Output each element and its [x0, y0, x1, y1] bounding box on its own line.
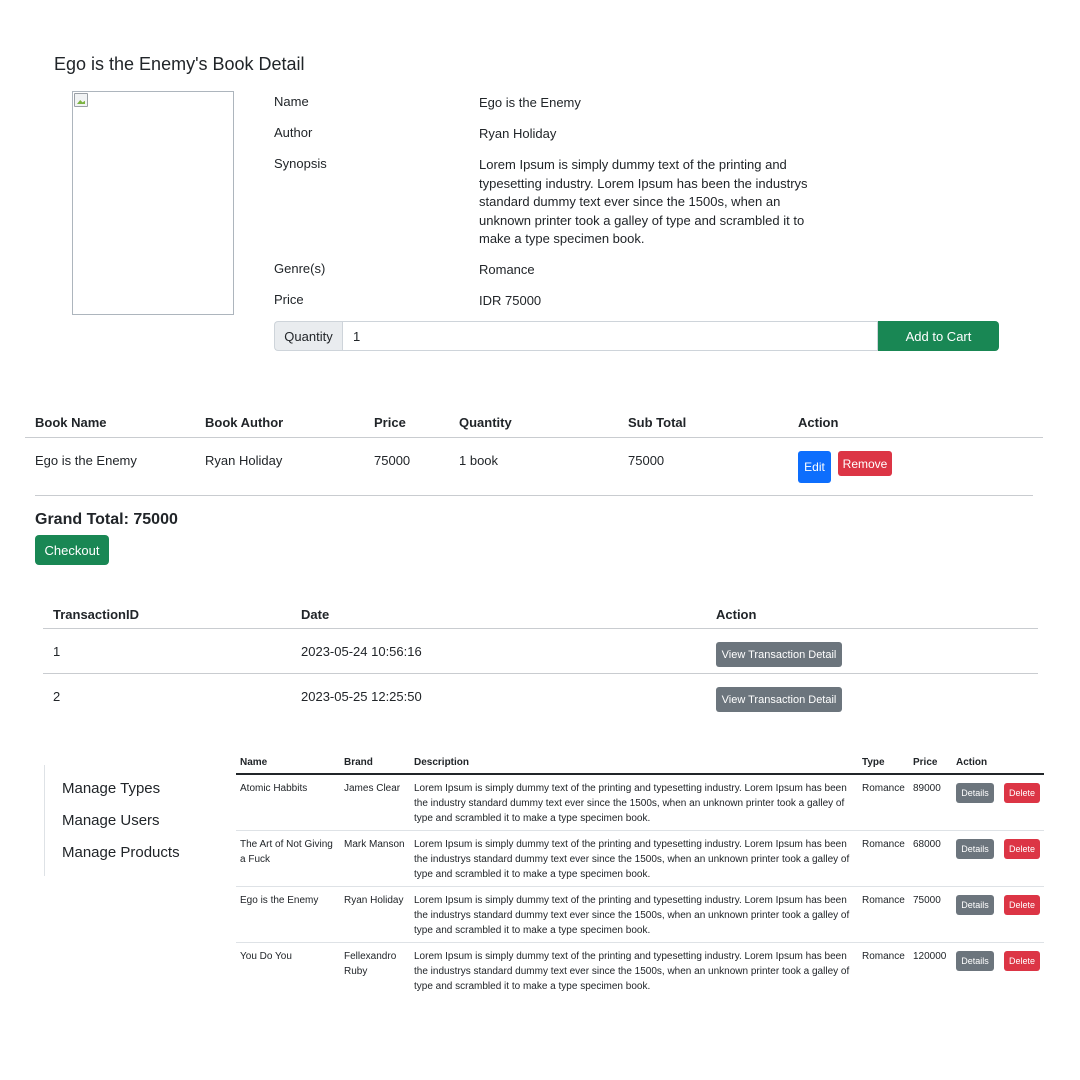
sidebar-item-manage-users[interactable]: Manage Users	[62, 812, 160, 829]
column-header: Book Name	[35, 415, 107, 430]
detail-value: IDR 75000	[479, 293, 542, 308]
column-header: Book Author	[205, 415, 284, 430]
product-type: Romance	[862, 951, 905, 962]
add-to-cart-button[interactable]: Add to Cart	[878, 321, 999, 351]
transaction-date: 2023-05-24 10:56:16	[301, 644, 422, 659]
detail-value: Ryan Holiday	[479, 126, 557, 141]
product-description: Lorem Ipsum is simply dummy text of the …	[414, 839, 850, 880]
column-header: Action	[716, 607, 757, 622]
table-row: Ego is the Enemy Ryan Holiday Lorem Ipsu…	[236, 887, 1044, 943]
column-header: Quantity	[459, 415, 512, 430]
transaction-id: 2	[53, 689, 61, 704]
view-transaction-detail-button[interactable]: View Transaction Detail	[716, 687, 842, 712]
cart-price: 75000	[374, 453, 411, 468]
detail-label: Author	[274, 125, 313, 140]
cart-subtotal: 75000	[628, 453, 665, 468]
product-price: 75000	[913, 895, 941, 906]
column-header: TransactionID	[53, 607, 139, 622]
product-price: 68000	[913, 839, 941, 850]
product-brand: Mark Manson	[344, 839, 405, 850]
column-header: Action	[956, 757, 988, 768]
product-name: You Do You	[240, 951, 292, 962]
checkout-button[interactable]: Checkout	[35, 535, 109, 565]
product-brand: James Clear	[344, 783, 401, 794]
quantity-label: Quantity	[274, 321, 342, 351]
cart-quantity: 1 book	[459, 453, 499, 468]
edit-button[interactable]: Edit	[798, 451, 831, 483]
product-description: Lorem Ipsum is simply dummy text of the …	[414, 895, 850, 936]
product-name: Ego is the Enemy	[240, 895, 319, 906]
table-row: 1 2023-05-24 10:56:16 View Transaction D…	[43, 629, 1038, 674]
detail-value: Ego is the Enemy	[479, 95, 581, 110]
product-description: Lorem Ipsum is simply dummy text of the …	[414, 951, 850, 992]
column-header: Price	[913, 757, 938, 768]
product-brand: Ryan Holiday	[344, 895, 404, 906]
delete-button[interactable]: Delete	[1004, 839, 1040, 859]
product-description: Lorem Ipsum is simply dummy text of the …	[414, 783, 847, 824]
delete-button[interactable]: Delete	[1004, 951, 1040, 971]
delete-button[interactable]: Delete	[1004, 783, 1040, 803]
sidebar-item-manage-products[interactable]: Manage Products	[62, 844, 180, 861]
cart-book-author: Ryan Holiday	[205, 453, 283, 468]
column-header: Name	[240, 757, 268, 768]
details-button[interactable]: Details	[956, 783, 994, 803]
cart-table-header: Book Name Book Author Price Quantity Sub…	[25, 408, 1043, 438]
table-row: Ego is the Enemy Ryan Holiday 75000 1 bo…	[25, 438, 1043, 496]
column-header: Description	[414, 757, 470, 768]
product-brand: Fellexandro Ruby	[344, 951, 397, 977]
column-header: Action	[798, 415, 839, 430]
table-row: Atomic Habbits James Clear Lorem Ipsum i…	[236, 775, 1044, 831]
cart-book-name: Ego is the Enemy	[35, 453, 137, 468]
table-row: 2 2023-05-25 12:25:50 View Transaction D…	[43, 674, 1038, 719]
detail-value: Romance	[479, 262, 535, 277]
product-price: 89000	[913, 783, 941, 794]
transactions-table-header: TransactionID Date Action	[43, 600, 1038, 629]
product-name: The Art of Not Giving a Fuck	[240, 839, 333, 865]
table-row: You Do You Fellexandro Ruby Lorem Ipsum …	[236, 943, 1044, 999]
product-type: Romance	[862, 895, 905, 906]
column-header: Sub Total	[628, 415, 687, 430]
table-row: The Art of Not Giving a Fuck Mark Manson…	[236, 831, 1044, 887]
product-name: Atomic Habbits	[240, 783, 308, 794]
grand-total: Grand Total: 75000	[35, 511, 178, 528]
detail-label: Synopsis	[274, 156, 327, 171]
column-header: Brand	[344, 757, 373, 768]
detail-value: Lorem Ipsum is simply dummy text of the …	[479, 157, 808, 247]
detail-label: Name	[274, 94, 309, 109]
broken-image-icon	[74, 93, 88, 107]
column-header: Date	[301, 607, 330, 622]
detail-label: Price	[274, 292, 304, 307]
quantity-input-group: Quantity Add to Cart	[274, 321, 999, 351]
detail-label: Genre(s)	[274, 261, 326, 276]
delete-button[interactable]: Delete	[1004, 895, 1040, 915]
view-transaction-detail-button[interactable]: View Transaction Detail	[716, 642, 842, 667]
product-type: Romance	[862, 783, 905, 794]
details-button[interactable]: Details	[956, 839, 994, 859]
book-detail-title: Ego is the Enemy's Book Detail	[54, 54, 305, 74]
quantity-input[interactable]	[342, 321, 878, 351]
products-table-header: Name Brand Description Type Price Action	[236, 752, 1044, 775]
transaction-id: 1	[53, 644, 61, 659]
transaction-date: 2023-05-25 12:25:50	[301, 689, 422, 704]
details-button[interactable]: Details	[956, 951, 994, 971]
product-price: 120000	[913, 951, 947, 962]
column-header: Price	[374, 415, 406, 430]
remove-button[interactable]: Remove	[838, 451, 892, 476]
divider	[35, 495, 1033, 496]
product-type: Romance	[862, 839, 905, 850]
book-cover-image	[72, 91, 234, 315]
sidebar-item-manage-types[interactable]: Manage Types	[62, 780, 160, 797]
admin-sidebar: Manage Types Manage Users Manage Product…	[44, 765, 214, 876]
column-header: Type	[862, 757, 885, 768]
details-button[interactable]: Details	[956, 895, 994, 915]
